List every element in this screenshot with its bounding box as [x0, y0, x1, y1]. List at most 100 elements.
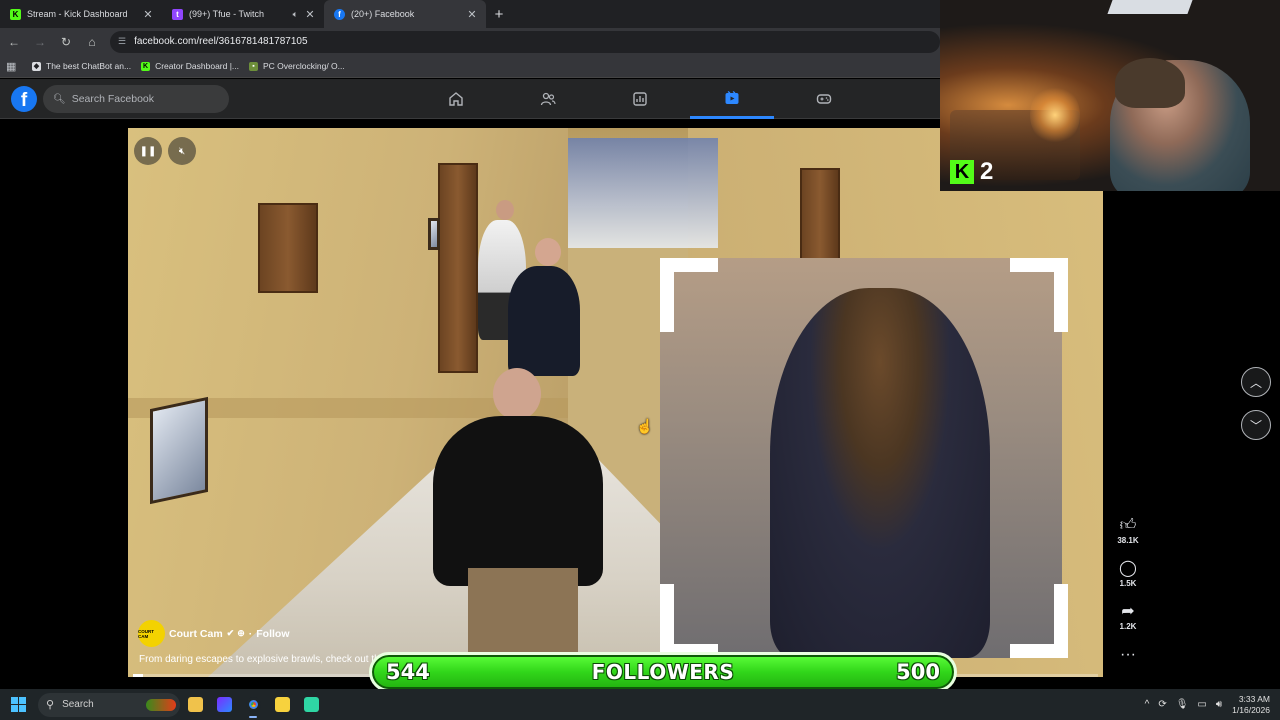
bookmark-label: The best ChatBot an...: [46, 61, 132, 71]
taskbar-file-explorer[interactable]: [181, 689, 209, 720]
comment-button[interactable]: ◯ 1.5K: [1110, 560, 1146, 588]
video-scene-person: [508, 266, 580, 376]
nav-home[interactable]: [414, 79, 498, 119]
share-count: 1.2K: [1119, 622, 1137, 631]
browser-toolbar: ← → ↻ ⌂ ☰ facebook.com/reel/361678148178…: [0, 28, 940, 55]
bookmark-pc-overclocking[interactable]: ▪ PC Overclocking/ O...: [249, 61, 345, 71]
windows-logo-icon: [10, 697, 26, 712]
clock-time: 3:33 AM: [1238, 693, 1270, 704]
more-icon: ···: [1120, 646, 1136, 663]
pause-button[interactable]: ❚❚: [134, 137, 162, 165]
url-text: facebook.com/reel/3616781481787105: [134, 36, 308, 47]
chevron-up-icon: ︿: [1249, 375, 1262, 390]
browser-tab-bar: K Stream - Kick Dashboard ✕ t (99+) Tfue…: [0, 0, 940, 28]
video-scene-person-head: [496, 200, 514, 220]
taskbar-search[interactable]: ⚲ Search: [38, 692, 180, 717]
reel-caption[interactable]: From daring escapes to explosive brawls,…: [139, 654, 380, 665]
nav-video[interactable]: [690, 79, 774, 119]
webcam-streamer-hair: [1115, 58, 1185, 108]
reel-video-player[interactable]: ❚❚ 🔇︎ COURT CAM Court Cam ✔ ⊕ · Follow F…: [128, 128, 1103, 677]
nav-gaming[interactable]: [782, 79, 866, 119]
chrome-icon: [245, 697, 261, 712]
like-count: 38.1K: [1117, 536, 1139, 545]
facebook-icon: f: [334, 8, 345, 20]
chevron-up-icon[interactable]: ^: [1145, 699, 1150, 710]
chatbot-icon: ◆: [32, 61, 41, 71]
display-icon[interactable]: ▭: [1197, 699, 1206, 710]
apps-grid-icon[interactable]: ▦: [6, 60, 20, 73]
kick-icon: K: [141, 61, 151, 71]
comment-count: 1.5K: [1119, 579, 1137, 588]
app-icon: [216, 697, 232, 712]
start-button[interactable]: [0, 689, 36, 720]
overclock-icon: ▪: [249, 61, 259, 71]
sync-icon[interactable]: ⟳: [1158, 699, 1166, 710]
back-icon[interactable]: ←: [2, 30, 26, 54]
friends-icon: [540, 92, 556, 106]
site-info-icon[interactable]: ☰: [118, 36, 126, 47]
taskbar-clock[interactable]: 3:33 AM 1/16/2026: [1232, 694, 1270, 716]
speaker-icon[interactable]: 🔈︎: [293, 9, 298, 20]
taskbar-sticky-notes[interactable]: [268, 689, 296, 720]
reload-icon[interactable]: ↻: [54, 30, 78, 54]
mute-button[interactable]: 🔇︎: [168, 137, 196, 165]
share-button[interactable]: ➦ 1.2K: [1110, 603, 1146, 631]
video-scene-zoomed-person: [770, 288, 990, 658]
taskbar-app-purple[interactable]: [210, 689, 238, 720]
new-tab-button[interactable]: +: [486, 0, 512, 28]
comment-icon: ◯: [1119, 560, 1137, 577]
video-icon: [725, 90, 739, 104]
webcam-scene-lamp: [1030, 85, 1080, 145]
kick-logo-icon: K: [950, 160, 974, 184]
channel-name[interactable]: Court Cam: [169, 628, 223, 640]
taskbar-chrome[interactable]: [239, 689, 267, 720]
facebook-logo[interactable]: f: [11, 86, 37, 112]
bookmark-creator-dashboard[interactable]: K Creator Dashboard |...: [141, 61, 239, 71]
zoom-corner-top-left: [660, 258, 718, 332]
thumbs-up-icon: 👍︎: [1119, 517, 1137, 534]
bookmark-label: Creator Dashboard |...: [155, 61, 240, 71]
separator-dot: ·: [248, 627, 253, 640]
more-options-button[interactable]: ···: [1110, 646, 1146, 664]
search-highlight-icon: [146, 698, 176, 711]
microphone-icon[interactable]: 🎙︎: [1176, 699, 1189, 710]
dashboard-icon: [633, 92, 647, 106]
pause-icon: ❚❚: [139, 145, 157, 157]
gaming-icon: [816, 94, 832, 104]
taskbar-app-green[interactable]: [297, 689, 325, 720]
goal-target: 500: [896, 660, 940, 684]
app-icon: [303, 697, 319, 712]
follow-button[interactable]: Follow: [256, 628, 289, 640]
zoom-corner-top-right: [1010, 258, 1068, 332]
video-scene-person: [433, 416, 603, 586]
forward-icon[interactable]: →: [28, 30, 52, 54]
volume-icon[interactable]: 🔊︎: [1216, 699, 1222, 710]
nav-friends[interactable]: [506, 79, 590, 119]
close-icon[interactable]: ✕: [304, 8, 316, 21]
verified-icon: ✔: [226, 628, 235, 638]
close-icon[interactable]: ✕: [142, 8, 154, 21]
globe-icon: ⊕: [237, 628, 245, 638]
address-bar[interactable]: ☰ facebook.com/reel/3616781481787105: [110, 30, 940, 53]
home-icon[interactable]: ⌂: [80, 30, 104, 54]
tab-facebook[interactable]: f (20+) Facebook ✕: [324, 0, 486, 28]
channel-avatar[interactable]: COURT CAM: [138, 620, 165, 647]
previous-reel-button[interactable]: ︿: [1241, 367, 1271, 397]
facebook-header: f 🔍︎ Search Facebook: [0, 79, 940, 119]
kick-icon: K: [10, 8, 21, 20]
close-icon[interactable]: ✕: [466, 8, 478, 21]
tab-kick-dashboard[interactable]: K Stream - Kick Dashboard ✕: [0, 0, 162, 28]
tab-twitch[interactable]: t (99+) Tfue - Twitch 🔈︎ ✕: [162, 0, 324, 28]
search-icon: 🔍︎: [53, 93, 66, 105]
like-button[interactable]: 👍︎ 38.1K: [1110, 517, 1146, 545]
chevron-down-icon: ﹀: [1249, 418, 1262, 433]
folder-icon: [187, 697, 203, 712]
bookmark-chatbot[interactable]: ◆ The best ChatBot an...: [32, 61, 131, 71]
tab-label: Stream - Kick Dashboard: [27, 9, 128, 19]
next-reel-button[interactable]: ﹀: [1241, 410, 1271, 440]
nav-dashboard[interactable]: [598, 79, 682, 119]
follower-goal-bar: 544 FOLLOWERS 500: [369, 652, 957, 692]
video-scene-person-head: [493, 368, 541, 420]
system-tray: ^ ⟳ 🎙︎ ▭ 🔊︎ 3:33 AM 1/16/2026: [1136, 689, 1270, 720]
facebook-search-input[interactable]: 🔍︎ Search Facebook: [43, 85, 229, 113]
